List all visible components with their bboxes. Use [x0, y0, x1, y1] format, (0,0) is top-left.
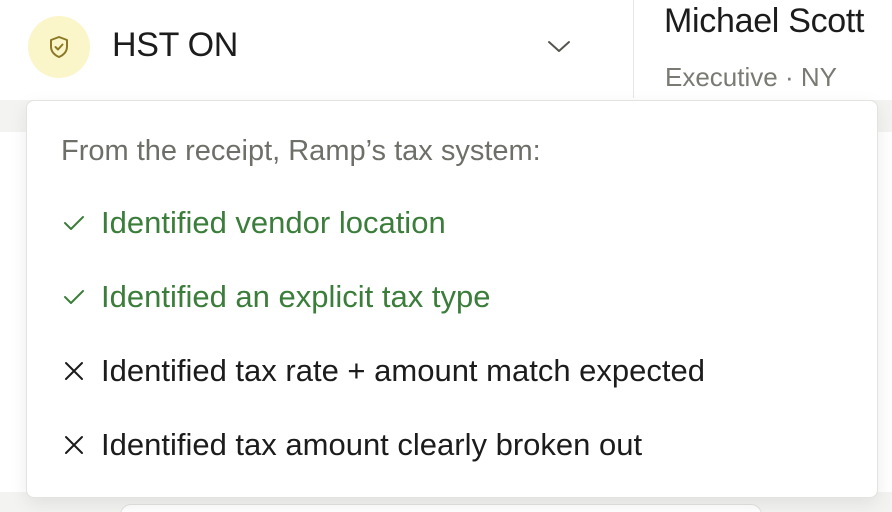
chevron-down-icon[interactable] [545, 34, 573, 58]
shield-icon-badge [28, 16, 90, 78]
tax-type-label: HST ON [112, 26, 239, 64]
background-row-left [0, 132, 28, 492]
check-item-rate-amount: Identified tax rate + amount match expec… [61, 353, 705, 389]
popover-heading: From the receipt, Ramp’s tax system: [61, 135, 541, 167]
check-item-label: Identified tax amount clearly broken out [101, 427, 643, 462]
check-item-vendor-location: Identified vendor location [61, 205, 446, 241]
check-item-label: Identified tax rate + amount match expec… [101, 353, 706, 388]
tax-system-popover: From the receipt, Ramp’s tax system: Ide… [26, 100, 878, 498]
background-card [120, 504, 762, 512]
check-icon [61, 286, 91, 308]
check-icon [61, 212, 91, 234]
transaction-header: HST ON Michael Scott Executive · NY [0, 0, 892, 100]
x-icon [61, 360, 91, 382]
shield-check-icon [50, 36, 68, 58]
background-row-right [878, 132, 892, 492]
x-icon [61, 434, 91, 456]
check-item-label: Identified an explicit tax type [101, 279, 491, 314]
check-item-label: Identified vendor location [101, 205, 446, 240]
app-screen: HST ON Michael Scott Executive · NY From… [0, 0, 892, 512]
user-meta: Executive · NY [665, 62, 837, 92]
check-item-tax-breakout: Identified tax amount clearly broken out [61, 427, 642, 463]
user-name: Michael Scott [664, 2, 865, 40]
tax-type-select[interactable]: HST ON [0, 0, 632, 96]
column-divider [633, 0, 634, 98]
check-item-tax-type: Identified an explicit tax type [61, 279, 490, 315]
